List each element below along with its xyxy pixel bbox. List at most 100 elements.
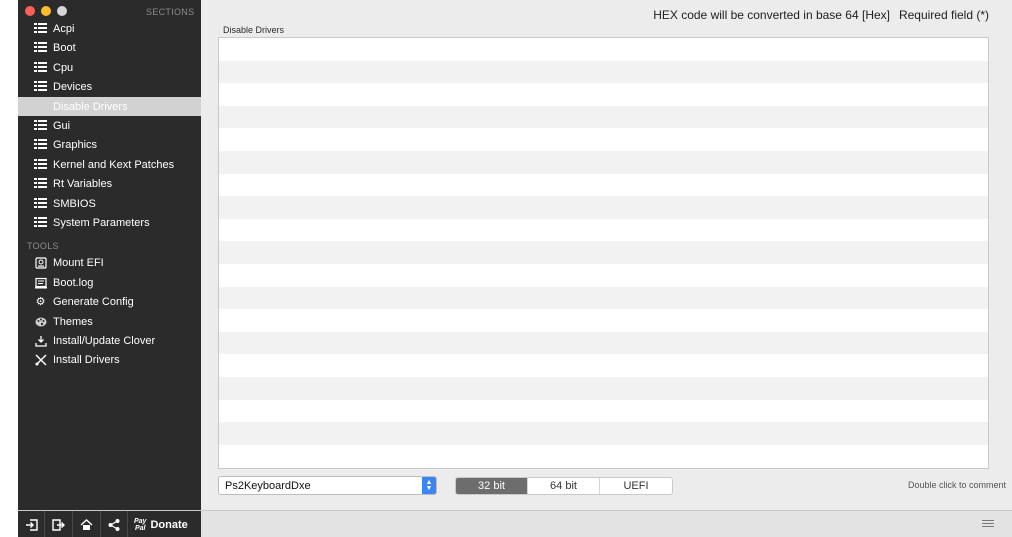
list-icon [34,139,47,151]
sidebar-item-boot-log[interactable]: Boot.log [18,273,201,292]
sidebar-item-acpi[interactable]: Acpi [18,19,201,38]
share-icon [108,518,120,531]
sidebar-item-label: Disable Drivers [53,100,128,113]
sidebar-item-devices[interactable]: Devices [18,77,201,96]
table-row[interactable] [219,422,988,445]
clover-configurator-window: SECTIONS Acpi Boot Cpu Devices Disable D… [18,0,1012,537]
segment-32-bit[interactable]: 32 bit [456,478,528,494]
export-button[interactable] [45,511,73,537]
close-button[interactable] [25,6,35,16]
list-icon [34,178,47,190]
driver-select[interactable]: Ps2KeyboardDxe ▲ ▼ [218,476,437,495]
sidebar-item-label: Rt Variables [53,177,113,190]
required-field-note: Required field (*) [898,8,989,22]
table-row[interactable] [219,263,988,287]
import-icon [25,518,38,531]
sidebar-item-label: Install Drivers [53,353,120,366]
list-icon [34,62,47,74]
table-row[interactable] [219,218,988,242]
bottom-toolbar: Pay Pal Donate [18,511,201,537]
list-icon [34,217,47,229]
table-row[interactable] [219,444,988,468]
minimize-button[interactable] [41,6,51,16]
sidebar-item-rt-variables[interactable]: Rt Variables [18,174,201,193]
window-controls [25,6,67,16]
sidebar-item-label: Kernel and Kext Patches [53,158,175,171]
table-row[interactable] [219,286,988,310]
log-icon [34,277,47,289]
segment-64-bit[interactable]: 64 bit [528,478,600,494]
sidebar-item-label: SMBIOS [53,197,96,210]
home-button[interactable] [73,511,101,537]
tools-header: TOOLS [27,241,59,251]
zoom-button[interactable] [57,6,67,16]
export-icon [52,518,65,531]
list-icon [34,23,47,35]
double-click-note: Double click to comment [907,480,1006,490]
bottom-bar: Pay Pal Donate [18,510,1012,537]
list-icon [34,101,47,113]
sidebar-item-system-parameters[interactable]: System Parameters [18,213,201,232]
table-row[interactable] [219,399,988,423]
table-row[interactable] [219,60,988,84]
sidebar-item-label: Graphics [53,138,98,151]
palette-icon [34,316,47,328]
import-button[interactable] [18,511,45,537]
sidebar-item-label: Mount EFI [53,256,104,269]
sidebar-item-install-update-clover[interactable]: Install/Update Clover [18,331,201,350]
list-icon [34,120,47,132]
sidebar-item-themes[interactable]: Themes [18,312,201,331]
table-row[interactable] [219,309,988,332]
table-row[interactable] [219,196,988,219]
sidebar-item-label: Themes [53,315,93,328]
disable-drivers-table[interactable] [218,37,989,469]
list-icon [34,198,47,210]
sidebar-item-label: System Parameters [53,216,150,229]
sidebar-item-smbios[interactable]: SMBIOS [18,194,201,213]
sidebar-item-mount-efi[interactable]: Mount EFI [18,253,201,272]
architecture-segmented-control[interactable]: 32 bit 64 bit UEFI [455,477,673,495]
sidebar-item-boot[interactable]: Boot [18,38,201,57]
table-row[interactable] [219,241,988,264]
hex-conversion-note: HEX code will be converted in base 64 [H… [653,8,890,22]
share-button[interactable] [101,511,128,537]
table-row[interactable] [219,331,988,355]
gear-icon: ⚙ [35,296,46,308]
donate-button[interactable]: Pay Pal Donate [128,518,188,532]
sidebar-item-gui[interactable]: Gui [18,116,201,135]
sidebar-item-label: Generate Config [53,295,134,308]
table-row[interactable] [219,83,988,106]
table-row[interactable] [219,354,988,377]
list-icon [34,42,47,54]
download-icon [34,335,47,347]
tools-icon [34,353,47,366]
table-row[interactable] [219,105,988,129]
sidebar-item-label: Cpu [53,61,74,74]
table-row[interactable] [219,38,988,61]
sidebar-item-label: Acpi [53,22,75,35]
list-icon [34,159,47,171]
menu-icon[interactable] [982,520,994,529]
table-row[interactable] [219,376,988,400]
sidebar-item-disable-drivers[interactable]: Disable Drivers [18,97,201,116]
sidebar-item-label: Gui [53,119,71,132]
sidebar-item-label: Install/Update Clover [53,334,156,347]
table-row[interactable] [219,150,988,174]
paypal-icon: Pay Pal [134,517,147,532]
sidebar: SECTIONS Acpi Boot Cpu Devices Disable D… [18,0,201,510]
sidebar-item-kernel-and-kext-patches[interactable]: Kernel and Kext Patches [18,155,201,174]
sidebar-item-generate-config[interactable]: ⚙ Generate Config [18,292,201,311]
table-row[interactable] [219,173,988,197]
main-panel: HEX code will be converted in base 64 [H… [201,0,1012,510]
list-icon [34,81,47,93]
panel-title: Disable Drivers [223,25,285,35]
sidebar-item-install-drivers[interactable]: Install Drivers [18,350,201,369]
segment-uefi[interactable]: UEFI [600,478,672,494]
sidebar-item-cpu[interactable]: Cpu [18,58,201,77]
donate-label: Donate [150,518,188,531]
disk-icon [34,256,47,269]
select-arrows-icon[interactable]: ▲ ▼ [422,477,436,494]
sidebar-item-label: Boot.log [53,276,94,289]
table-row[interactable] [219,128,988,151]
sidebar-item-graphics[interactable]: Graphics [18,135,201,154]
